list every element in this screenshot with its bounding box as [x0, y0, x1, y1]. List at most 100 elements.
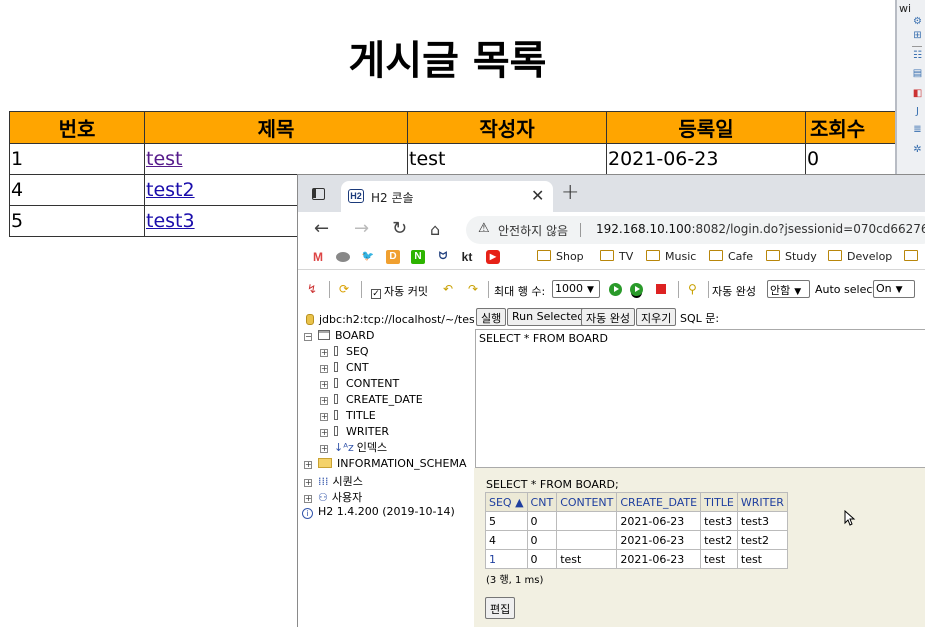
- url-text[interactable]: 192.168.10.100:8082/login.do?jsessionid=…: [596, 222, 925, 236]
- auto-commit-checkbox[interactable]: ✓ 자동 커밋: [371, 283, 428, 299]
- h2-browser-window: H2 H2 콘솔 ✕ + ← → ↻ ⌂ ⚠ 안전하지 않음 192.168.1…: [297, 174, 925, 627]
- post-link[interactable]: test2: [146, 179, 195, 201]
- forward-icon[interactable]: →: [354, 218, 369, 239]
- clear-button[interactable]: 지우기: [636, 308, 677, 326]
- tab-actions-icon[interactable]: [312, 188, 325, 200]
- java-icon[interactable]: J: [912, 106, 923, 117]
- back-icon[interactable]: ←: [314, 218, 329, 239]
- rollback-icon[interactable]: ↶: [443, 282, 453, 296]
- users-node[interactable]: + ⚇ 사용자: [304, 489, 362, 505]
- bookmark-folder[interactable]: [904, 250, 923, 263]
- h2-favicon-icon: H2: [348, 189, 364, 203]
- expand-icon: +: [304, 494, 312, 503]
- address-bar[interactable]: ⚠ 안전하지 않음 192.168.10.100:8082/login.do?j…: [466, 216, 925, 244]
- d-icon[interactable]: D: [386, 250, 400, 264]
- index-node[interactable]: + ↓ᴬᴢ 인덱스: [320, 439, 387, 455]
- outline-icon[interactable]: ☷: [912, 50, 923, 61]
- result-table: SEQ ▲ CNT CONTENT CREATE_DATE TITLE WRIT…: [485, 492, 788, 569]
- post-link[interactable]: test3: [146, 210, 195, 232]
- bookmark-folder[interactable]: Study: [766, 250, 817, 263]
- column-icon: [334, 394, 338, 404]
- run-icon[interactable]: [609, 283, 622, 296]
- cat-icon[interactable]: ᗢ: [436, 250, 450, 264]
- schema-node[interactable]: + INFORMATION_SCHEMA: [304, 457, 467, 470]
- edit-button[interactable]: 편집: [485, 597, 516, 619]
- column-node[interactable]: + CNT: [320, 361, 369, 374]
- bookmark-folder[interactable]: TV: [600, 250, 633, 263]
- col-header[interactable]: CREATE_DATE: [616, 492, 702, 512]
- max-rows-select[interactable]: 1000 ▼: [552, 280, 600, 298]
- folder-icon: [318, 458, 332, 468]
- column-node[interactable]: + CREATE_DATE: [320, 393, 423, 406]
- history-icon[interactable]: ⚲: [688, 282, 697, 296]
- auto-complete-button[interactable]: 자동 완성: [581, 308, 635, 326]
- connection-node[interactable]: jdbc:h2:tcp://localhost/~/test: [306, 313, 479, 326]
- column-icon: [334, 362, 338, 372]
- col-header[interactable]: SEQ ▲: [485, 492, 528, 512]
- tree-icon[interactable]: ⚙: [912, 16, 923, 27]
- stop-icon[interactable]: [656, 284, 666, 294]
- bird-icon[interactable]: 🐦: [361, 250, 375, 264]
- result-header-row: SEQ ▲ CNT CONTENT CREATE_DATE TITLE WRIT…: [485, 492, 788, 512]
- sequence-icon: ⁞⁞⁞: [318, 475, 329, 488]
- result-panel: SELECT * FROM BOARD; SEQ ▲ CNT CONTENT C…: [474, 468, 925, 627]
- expand-icon: +: [320, 412, 328, 421]
- auto-complete-select[interactable]: 안함 ▼: [767, 280, 810, 298]
- post-link[interactable]: test: [146, 148, 183, 170]
- column-node[interactable]: + CONTENT: [320, 377, 399, 390]
- hierarchy-icon[interactable]: ⊞: [912, 30, 923, 41]
- expand-icon: +: [304, 460, 312, 469]
- page-title: 게시글 목록: [348, 38, 547, 84]
- new-tab-button[interactable]: +: [561, 180, 579, 205]
- reload-icon[interactable]: ↻: [392, 218, 407, 239]
- naver-icon[interactable]: N: [411, 250, 425, 264]
- col-header[interactable]: TITLE: [700, 492, 738, 512]
- browser-toolbar: ← → ↻ ⌂ ⚠ 안전하지 않음 192.168.10.100:8082/lo…: [298, 212, 925, 246]
- table-node[interactable]: − BOARD: [304, 329, 374, 342]
- tab-h2-console[interactable]: H2 H2 콘솔 ✕: [341, 181, 553, 212]
- info-icon: i: [302, 508, 313, 519]
- expand-icon: +: [320, 396, 328, 405]
- refresh-icon[interactable]: ⟳: [339, 282, 349, 296]
- folder-icon: [600, 250, 614, 261]
- col-header[interactable]: WRITER: [736, 492, 788, 512]
- list-icon[interactable]: ≣: [912, 124, 923, 135]
- col-header[interactable]: CNT: [526, 492, 558, 512]
- auto-select-select[interactable]: On ▼: [873, 280, 915, 298]
- bookmark-folder[interactable]: Shop: [537, 250, 584, 263]
- ide-side-panel: wi ⚙ ⊞ ☷ ▤ ◧ J ≣ ✲: [895, 0, 925, 175]
- bookmark-folder[interactable]: Music: [646, 250, 696, 263]
- run-selected-button[interactable]: Run Selected: [507, 308, 590, 326]
- run-selected-icon[interactable]: [630, 283, 643, 296]
- close-icon[interactable]: ✕: [531, 186, 544, 205]
- col-header[interactable]: CONTENT: [556, 492, 618, 512]
- folder-icon: [828, 250, 842, 261]
- sql-input[interactable]: SELECT * FROM BOARD: [475, 329, 925, 468]
- insecure-label[interactable]: 안전하지 않음: [498, 222, 568, 239]
- bookmark-icon[interactable]: [336, 252, 350, 262]
- layout-icon[interactable]: ▤: [912, 68, 923, 79]
- home-icon[interactable]: ⌂: [430, 220, 440, 239]
- header-date: 등록일: [606, 111, 806, 144]
- column-node[interactable]: + WRITER: [320, 425, 389, 438]
- sequences-node[interactable]: + ⁞⁞⁞ 시퀀스: [304, 473, 363, 489]
- table-row: 1 test test 2021-06-23 0: [9, 143, 916, 175]
- header-writer: 작성자: [407, 111, 607, 144]
- table-row: 1 0 test 2021-06-23 test test: [485, 549, 788, 569]
- version-info: i H2 1.4.200 (2019-10-14): [302, 505, 455, 519]
- commit-icon[interactable]: ↷: [468, 282, 478, 296]
- column-node[interactable]: + SEQ: [320, 345, 369, 358]
- gmail-icon[interactable]: M: [311, 250, 325, 264]
- bookmark-folder[interactable]: Cafe: [709, 250, 753, 263]
- warning-icon[interactable]: ⚠: [478, 221, 490, 236]
- folder-icon: [646, 250, 660, 261]
- column-node[interactable]: + TITLE: [320, 409, 376, 422]
- kt-icon[interactable]: kt: [458, 250, 476, 264]
- disconnect-icon[interactable]: ↯: [307, 282, 317, 296]
- bookmark-folder[interactable]: Develop: [828, 250, 892, 263]
- run-button[interactable]: 실행: [476, 308, 507, 326]
- image-icon[interactable]: ◧: [912, 88, 923, 99]
- folder-icon: [537, 250, 551, 261]
- youtube-icon[interactable]: ▶: [486, 250, 500, 264]
- gear-icon[interactable]: ✲: [912, 144, 923, 155]
